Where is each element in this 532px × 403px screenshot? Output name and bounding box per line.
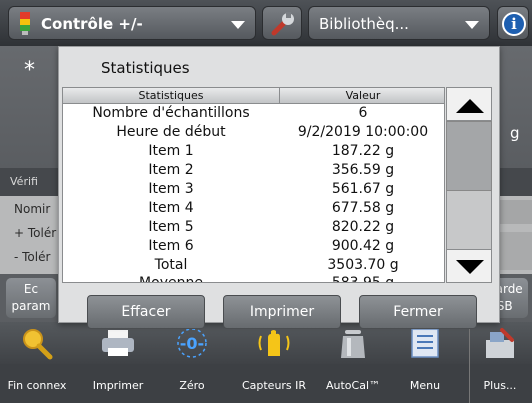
row-label: Nombre d'échantillons — [92, 105, 250, 121]
menu-list-icon — [411, 328, 439, 358]
table-row: Moyenne 583.95 g — [63, 275, 444, 283]
edit-parameters-button[interactable]: Ec param — [6, 278, 56, 318]
toolbar-autocal[interactable]: AutoCal™ — [318, 326, 388, 403]
triangle-down-icon — [456, 260, 484, 274]
row-label: Item 5 — [148, 219, 194, 235]
row-label: Item 4 — [148, 200, 194, 216]
table-row: Item 5 820.22 g — [63, 219, 444, 238]
table-row: Item 2 356.59 g — [63, 162, 444, 181]
library-dropdown[interactable]: Bibliothèq... — [308, 6, 490, 40]
application-dropdown[interactable]: Contrôle +/- — [8, 6, 256, 40]
row-value: 561.67 g — [331, 181, 395, 197]
zero-icon: -0- — [177, 328, 207, 358]
row-value: 677.58 g — [331, 200, 395, 216]
toolbar-more[interactable]: Plus... — [470, 326, 530, 403]
row-label: Item 2 — [148, 162, 194, 178]
table-row: Item 6 900.42 g — [63, 238, 444, 257]
toolbar-logout[interactable]: Fin connex — [2, 326, 72, 403]
table-header: Statistiques Valeur — [63, 88, 444, 104]
indicator-lamp-icon — [20, 12, 30, 35]
table-row: Item 4 677.58 g — [63, 200, 444, 219]
statistics-dialog: Statistiques Statistiques Valeur Nombre … — [58, 46, 500, 329]
chevron-down-icon — [465, 21, 479, 29]
toolbar-label: Plus... — [483, 379, 517, 392]
toolbar-label: Zéro — [179, 379, 205, 392]
row-value: 356.59 g — [331, 162, 395, 178]
statistics-table: Statistiques Valeur Nombre d'échantillon… — [62, 87, 445, 283]
row-label: Total — [154, 257, 188, 273]
row-label: Item 1 — [148, 143, 194, 159]
toolbar-print[interactable]: Imprimer — [86, 326, 150, 403]
info-icon: i — [502, 12, 526, 36]
toolbar-label: Capteurs IR — [241, 379, 307, 392]
row-label: Item 6 — [148, 238, 194, 254]
svg-text:-0-: -0- — [180, 334, 204, 353]
library-label: Bibliothèq... — [319, 15, 409, 33]
row-label: Heure de début — [116, 124, 226, 140]
triangle-up-icon — [456, 99, 484, 113]
info-button[interactable]: i — [497, 6, 529, 40]
weight-unit: g — [510, 124, 520, 142]
row-value: 3503.70 g — [327, 257, 399, 273]
row-value: 820.22 g — [331, 219, 395, 235]
application-label: Contrôle +/- — [41, 15, 143, 33]
row-label: Moyenne — [139, 275, 203, 283]
wrench-icon — [271, 12, 294, 36]
column-header-value: Valeur — [345, 89, 381, 102]
row-label: Item 3 — [148, 181, 194, 197]
more-tools-icon — [486, 328, 514, 358]
table-scrollbar[interactable] — [446, 87, 492, 283]
edit-parameters-label-line2: param — [11, 299, 51, 313]
row-value: 9/2/2019 10:00:00 — [297, 124, 429, 140]
table-row: Nombre d'échantillons 6 — [63, 105, 444, 124]
edit-parameters-label-line1: Ec — [23, 282, 39, 296]
scroll-thumb[interactable] — [446, 121, 492, 191]
nominal-row-label: Nomir — [14, 202, 51, 216]
scroll-up-button[interactable] — [446, 87, 492, 121]
toolbar-label: Menu — [409, 379, 441, 392]
printer-icon — [102, 330, 134, 356]
row-value: 187.22 g — [331, 143, 395, 159]
close-button[interactable]: Fermer — [359, 295, 477, 329]
toolbar-label: Fin connex — [7, 379, 67, 392]
toolbar-label: AutoCal™ — [325, 379, 381, 392]
row-value: 900.42 g — [331, 238, 395, 254]
settings-wrench-button[interactable] — [262, 6, 302, 40]
dialog-title: Statistiques — [101, 59, 190, 77]
magnifier-icon — [23, 329, 53, 360]
chevron-down-icon — [231, 21, 245, 29]
calibration-weight-icon — [341, 330, 365, 358]
minus-tolerance-row-label: - Tolér — [14, 250, 51, 264]
toolbar-menu[interactable]: Menu — [392, 326, 458, 403]
column-header-statistics: Statistiques — [138, 89, 204, 102]
print-button[interactable]: Imprimer — [223, 295, 341, 329]
table-row: Heure de début 9/2/2019 10:00:00 — [63, 124, 444, 143]
table-row: Item 3 561.67 g — [63, 181, 444, 200]
row-value: 6 — [358, 105, 368, 121]
toolbar-ir-sensors[interactable]: Capteurs IR — [234, 326, 314, 403]
ir-sensor-hand-icon — [258, 330, 290, 356]
toolbar-label: Imprimer — [92, 379, 144, 392]
plus-tolerance-row-label: + Tolér — [14, 226, 57, 240]
table-row: Total 3503.70 g — [63, 257, 444, 276]
stability-star: * — [24, 58, 35, 83]
verify-label: Vérifi — [10, 175, 38, 188]
toolbar-zero[interactable]: -0- Zéro — [164, 326, 220, 403]
clear-button[interactable]: Effacer — [87, 295, 205, 329]
scroll-down-button[interactable] — [446, 249, 492, 283]
row-value: 583.95 g — [331, 275, 395, 283]
table-row: Item 1 187.22 g — [63, 143, 444, 162]
